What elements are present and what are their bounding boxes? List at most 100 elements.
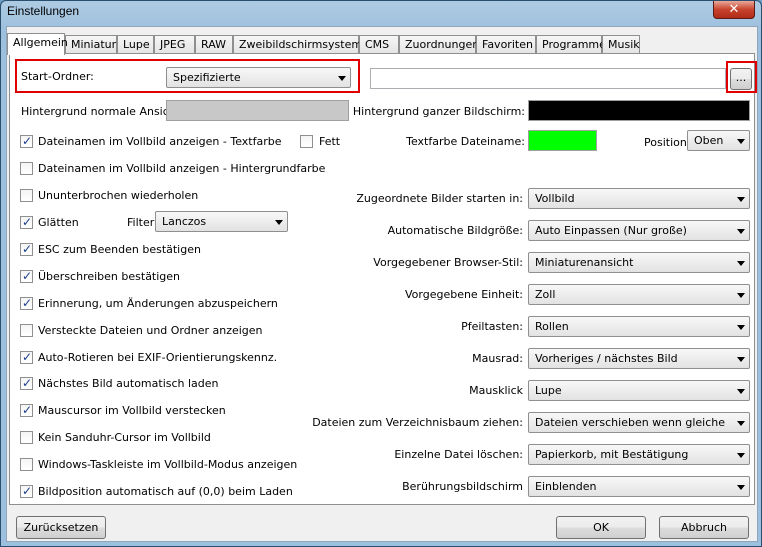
tab-musik[interactable]: Musik (602, 35, 640, 54)
setting-label-6: Mausklick (469, 384, 523, 397)
checkbox-esc-confirm[interactable] (20, 242, 33, 256)
tab-lupe[interactable]: Lupe (117, 35, 154, 54)
setting-value-2: Miniaturenansicht (535, 256, 634, 269)
tab-zweibildschirmsystem[interactable]: Zweibildschirmsystem (233, 35, 362, 54)
checkbox-hidden-files[interactable] (20, 324, 33, 337)
title-bar[interactable]: Einstellungen ✕ (1, 1, 761, 23)
chevron-down-icon (737, 229, 745, 234)
check-label-3: Glätten (38, 216, 79, 229)
check-label-7: Versteckte Dateien und Ordner anzeigen (38, 324, 263, 337)
checkbox-auto-position[interactable] (20, 484, 33, 498)
tab-cms[interactable]: CMS (359, 35, 399, 54)
setting-label-3: Vorgegebene Einheit: (404, 288, 523, 301)
check-label-13: Bildposition automatisch auf (0,0) beim … (38, 485, 293, 498)
check-label-0: Dateinamen im Vollbild anzeigen - Textfa… (38, 135, 282, 148)
checkbox-filename-textcolor[interactable] (20, 134, 33, 148)
chevron-down-icon (737, 139, 745, 144)
chevron-down-icon (737, 293, 745, 298)
drag-to-tree-select[interactable]: Dateien verschieben wenn gleiche Platte (528, 412, 750, 433)
check-label-4: ESC zum Beenden bestätigen (38, 243, 201, 256)
setting-label-9: Berührungsbildschirm (402, 480, 523, 493)
filter-label: Filter: (127, 216, 158, 229)
check-label-8: Auto-Rotieren bei EXIF-Orientierungskenn… (38, 351, 278, 364)
checkbox-smoothing[interactable] (20, 215, 33, 229)
chevron-down-icon (737, 357, 745, 362)
setting-value-4: Rollen (535, 320, 569, 333)
check-label-10: Mauscursor im Vollbild verstecken (38, 404, 226, 417)
checkbox-exif-autorotate[interactable] (20, 350, 33, 364)
chevron-down-icon (275, 220, 283, 225)
associated-start-select[interactable]: Vollbild (528, 188, 750, 209)
tab-zuordnungen[interactable]: Zuordnungen (399, 35, 479, 54)
mouse-click-select[interactable]: Lupe (528, 380, 750, 401)
tab-allgemein[interactable]: Allgemein (7, 33, 68, 55)
start-folder-label: Start-Ordner: (21, 70, 94, 83)
bg-normal-color-swatch[interactable] (166, 100, 349, 121)
touchscreen-select[interactable]: Einblenden (528, 476, 750, 497)
check-label-1: Dateinamen im Vollbild anzeigen - Hinter… (38, 162, 326, 175)
ok-button[interactable]: OK (556, 516, 646, 539)
setting-label-2: Vorgegebener Browser-Stil: (373, 256, 523, 269)
chevron-down-icon (737, 421, 745, 426)
setting-label-4: Pfeiltasten: (461, 320, 523, 333)
checkbox-bold[interactable] (300, 135, 313, 148)
cancel-button[interactable]: Abbruch (659, 516, 749, 539)
close-button[interactable]: ✕ (713, 1, 755, 19)
settings-window: Einstellungen ✕ Allgemein Miniatur Lupe … (0, 0, 762, 547)
checkbox-overwrite-confirm[interactable] (20, 269, 33, 283)
checkbox-hide-cursor[interactable] (20, 403, 33, 417)
tab-miniatur[interactable]: Miniatur (65, 35, 117, 54)
window-title: Einstellungen (7, 4, 80, 18)
setting-label-7: Dateien zum Verzeichnisbaum ziehen: (312, 416, 523, 429)
checkbox-loop[interactable] (20, 189, 33, 202)
textcolor-filename-swatch[interactable] (528, 130, 597, 151)
chevron-down-icon (737, 197, 745, 202)
setting-value-5: Vorheriges / nächstes Bild (535, 352, 678, 365)
check-label-2: Ununterbrochen wiederholen (38, 189, 199, 202)
chevron-down-icon (338, 76, 346, 81)
checkbox-no-hourglass[interactable] (20, 431, 33, 444)
reset-button[interactable]: Zurücksetzen (16, 516, 106, 539)
bg-normal-label: Hintergrund normale Ansicht: (21, 105, 184, 118)
setting-value-7: Dateien verschieben wenn gleiche Platte (535, 416, 729, 429)
bg-full-color-swatch[interactable] (528, 100, 750, 121)
checkbox-autoload-next[interactable] (20, 376, 33, 390)
position-value: Oben (694, 134, 724, 147)
checkbox-filename-bgcolor[interactable] (20, 162, 33, 175)
start-folder-value: Spezifizierte (173, 71, 241, 84)
chevron-down-icon (737, 261, 745, 266)
position-select[interactable]: Oben (687, 130, 750, 151)
setting-value-9: Einblenden (535, 480, 597, 493)
auto-size-select[interactable]: Auto Einpassen (Nur große) (528, 220, 750, 241)
setting-value-0: Vollbild (535, 192, 575, 205)
start-folder-select[interactable]: Spezifizierte (166, 67, 351, 88)
tab-programme[interactable]: Programme (536, 35, 606, 54)
checkbox-show-taskbar[interactable] (20, 458, 33, 471)
check-label-11: Kein Sanduhr-Cursor im Vollbild (38, 431, 211, 444)
setting-label-8: Einzelne Datei löschen: (394, 448, 523, 461)
setting-label-0: Zugeordnete Bilder starten in: (356, 192, 523, 205)
setting-value-1: Auto Einpassen (Nur große) (535, 224, 687, 237)
tab-jpeg[interactable]: JPEG (154, 35, 195, 54)
delete-file-select[interactable]: Papierkorb, mit Bestätigung (528, 444, 750, 465)
setting-value-6: Lupe (535, 384, 562, 397)
start-folder-path-input[interactable] (370, 68, 726, 89)
filter-value: Lanczos (162, 215, 207, 228)
textcolor-filename-label: Textfarbe Dateiname: (406, 135, 525, 148)
tab-favoriten[interactable]: Favoriten (476, 35, 536, 54)
setting-label-5: Mausrad: (472, 352, 523, 365)
checkbox-save-reminder[interactable] (20, 296, 33, 310)
chevron-down-icon (737, 389, 745, 394)
check-label-6: Erinnerung, um Änderungen abzuspeichern (38, 297, 278, 310)
browse-button[interactable]: ... (730, 68, 752, 90)
arrow-keys-select[interactable]: Rollen (528, 316, 750, 337)
unit-select[interactable]: Zoll (528, 284, 750, 305)
filter-select[interactable]: Lanczos (155, 211, 288, 232)
tab-raw[interactable]: RAW (195, 35, 233, 54)
mouse-wheel-select[interactable]: Vorheriges / nächstes Bild (528, 348, 750, 369)
setting-label-1: Automatische Bildgröße: (387, 224, 523, 237)
general-panel: Start-Ordner: Spezifizierte ... Hintergr… (9, 53, 757, 505)
chevron-down-icon (737, 453, 745, 458)
browser-style-select[interactable]: Miniaturenansicht (528, 252, 750, 273)
check-label-12: Windows-Taskleiste im Vollbild-Modus anz… (38, 458, 298, 471)
